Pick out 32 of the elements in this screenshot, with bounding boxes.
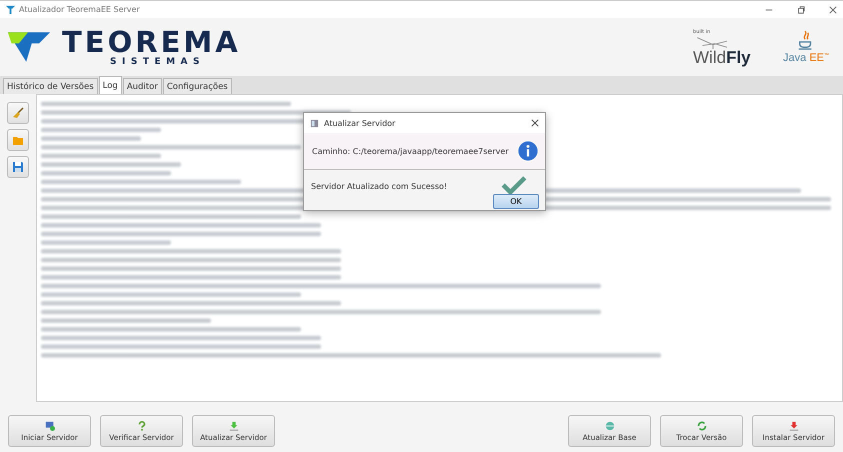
close-icon[interactable] bbox=[829, 6, 837, 14]
wildfly-logo: WildFly bbox=[693, 48, 752, 66]
window-icon bbox=[310, 118, 319, 128]
save-icon bbox=[12, 161, 24, 173]
checkmark-icon bbox=[501, 176, 527, 194]
download-icon bbox=[788, 420, 798, 430]
window-title: Atualizador TeoremaEE Server bbox=[19, 5, 140, 14]
refresh-icon bbox=[696, 420, 706, 430]
brand-name: TEOREMA bbox=[62, 27, 241, 57]
save-button[interactable] bbox=[7, 156, 29, 178]
monitor-icon bbox=[44, 420, 54, 430]
broom-icon bbox=[12, 107, 24, 119]
logo-icon bbox=[6, 30, 52, 64]
dialog-message: Caminho: C:/teorema/javaapp/teoremaee7server bbox=[312, 146, 509, 156]
download-icon bbox=[228, 420, 238, 430]
info-icon bbox=[516, 140, 539, 162]
brand-tagline: SISTEMAS bbox=[110, 57, 206, 67]
dialog-title: Atualizar Servidor bbox=[324, 118, 396, 128]
ok-button[interactable]: OK bbox=[493, 194, 539, 209]
close-icon[interactable] bbox=[531, 119, 539, 127]
database-icon bbox=[604, 420, 614, 430]
javaee-logo: Java EE$^{™}$ bbox=[783, 52, 829, 64]
tab[interactable]: Auditor bbox=[122, 78, 162, 94]
maximize-icon[interactable] bbox=[797, 6, 805, 14]
tab[interactable]: Histórico de Versões bbox=[3, 78, 98, 94]
dialog-detail: Servidor Atualizado com Sucesso! bbox=[311, 182, 448, 191]
question-mark-icon bbox=[136, 420, 146, 430]
tab[interactable]: Log bbox=[98, 76, 122, 94]
broom-button[interactable] bbox=[7, 102, 29, 124]
tab[interactable]: Configurações bbox=[162, 78, 232, 94]
folder-icon bbox=[12, 134, 24, 146]
app-icon bbox=[6, 5, 15, 14]
